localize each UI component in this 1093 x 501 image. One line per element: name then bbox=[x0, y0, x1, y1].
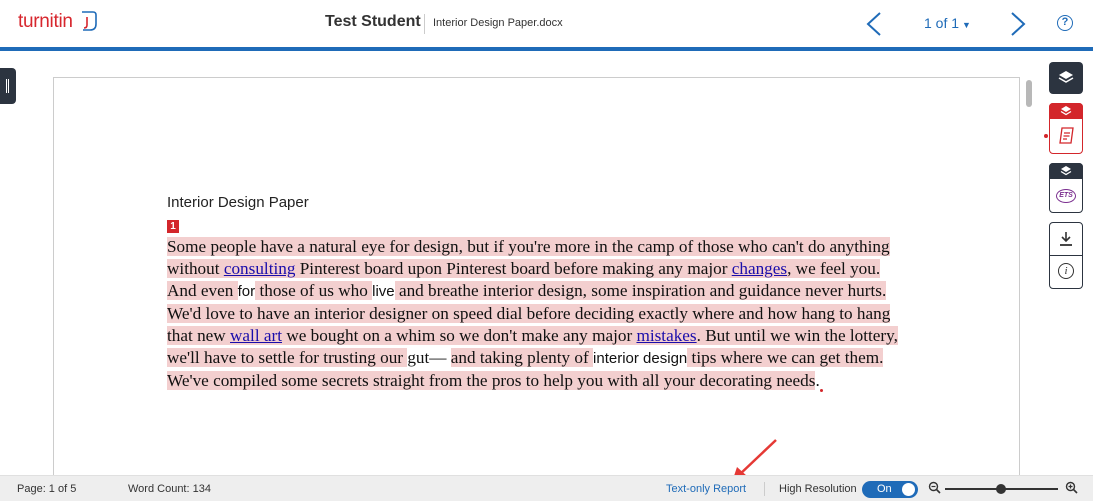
match-end-marker bbox=[819, 389, 823, 392]
info-icon[interactable]: i bbox=[1058, 263, 1074, 279]
text-only-report-link[interactable]: Text-only Report bbox=[666, 483, 746, 495]
zoom-out-icon[interactable] bbox=[928, 480, 941, 496]
tools-divider bbox=[1050, 255, 1082, 256]
ets-logo-icon: ETS bbox=[1056, 189, 1076, 203]
turnitin-logo-mark-icon bbox=[82, 11, 97, 31]
match-number-badge[interactable]: 1 bbox=[167, 220, 179, 233]
similarity-document-icon bbox=[1059, 127, 1074, 144]
similarity-report-button[interactable] bbox=[1049, 103, 1083, 154]
grip-icon bbox=[6, 79, 9, 93]
turnitin-logo: turnitin bbox=[18, 11, 73, 32]
unmatched-text: gut— bbox=[407, 348, 447, 367]
download-icon[interactable] bbox=[1059, 231, 1073, 247]
document-title: Interior Design Paper bbox=[167, 194, 309, 211]
header-divider bbox=[424, 14, 425, 34]
page-indicator-text: 1 of 1 bbox=[924, 15, 960, 31]
unmatched-text: live bbox=[372, 283, 395, 300]
high-resolution-label: High Resolution bbox=[779, 483, 857, 495]
matched-link[interactable]: mistakes bbox=[636, 326, 697, 345]
page-selector-dropdown[interactable]: 1 of 1 ▼ bbox=[924, 15, 971, 31]
top-bar: turnitin Test Student Interior Design Pa… bbox=[0, 0, 1093, 47]
similarity-layer-header bbox=[1049, 103, 1083, 119]
status-bar: Page: 1 of 5 Word Count: 134 Text-only R… bbox=[0, 475, 1093, 501]
ets-erater-button[interactable]: ETS bbox=[1049, 163, 1083, 213]
matched-link[interactable]: wall art bbox=[230, 326, 283, 345]
zoom-in-icon[interactable] bbox=[1065, 480, 1078, 496]
match-overview-layers-button[interactable] bbox=[1049, 62, 1083, 94]
document-body-text: Some people have a natural eye for desig… bbox=[167, 236, 912, 392]
caret-down-icon: ▼ bbox=[962, 20, 971, 30]
matched-text[interactable]: we bought on a whim so we don't make any… bbox=[282, 326, 637, 345]
toggle-knob bbox=[902, 483, 915, 496]
document-scrollbar[interactable] bbox=[1026, 80, 1032, 107]
help-icon[interactable]: ? bbox=[1057, 15, 1073, 31]
ets-layer-header bbox=[1049, 163, 1083, 179]
matched-link[interactable]: changes bbox=[731, 259, 788, 278]
unmatched-text: interior design bbox=[593, 350, 688, 367]
matched-text[interactable]: those of us who bbox=[255, 281, 373, 300]
tools-panel: i bbox=[1049, 222, 1083, 289]
next-page-chevron-right-icon[interactable] bbox=[1006, 10, 1030, 38]
previous-page-chevron-left-icon[interactable] bbox=[862, 10, 886, 38]
toggle-state-text: On bbox=[877, 483, 892, 495]
layers-icon bbox=[1060, 166, 1072, 176]
student-name: Test Student bbox=[325, 13, 421, 30]
unmatched-text: for bbox=[237, 283, 256, 300]
layers-icon bbox=[1058, 71, 1074, 83]
side-panel-toggle[interactable] bbox=[0, 68, 16, 104]
footer-divider bbox=[764, 482, 765, 496]
matched-text[interactable]: Pinterest board upon Pinterest board bef… bbox=[295, 259, 732, 278]
zoom-slider-handle[interactable] bbox=[996, 484, 1006, 494]
active-report-indicator bbox=[1044, 134, 1048, 138]
page-count: Page: 1 of 5 bbox=[17, 483, 77, 495]
document-name: Interior Design Paper.docx bbox=[433, 17, 563, 29]
matched-text[interactable]: and taking plenty of bbox=[450, 348, 594, 367]
layers-icon bbox=[1060, 106, 1072, 116]
text-end-period: . bbox=[815, 371, 820, 390]
word-count: Word Count: 134 bbox=[128, 483, 211, 495]
matched-link[interactable]: consulting bbox=[223, 259, 296, 278]
high-resolution-toggle[interactable]: On bbox=[862, 481, 918, 498]
header-accent-bar bbox=[0, 47, 1093, 51]
